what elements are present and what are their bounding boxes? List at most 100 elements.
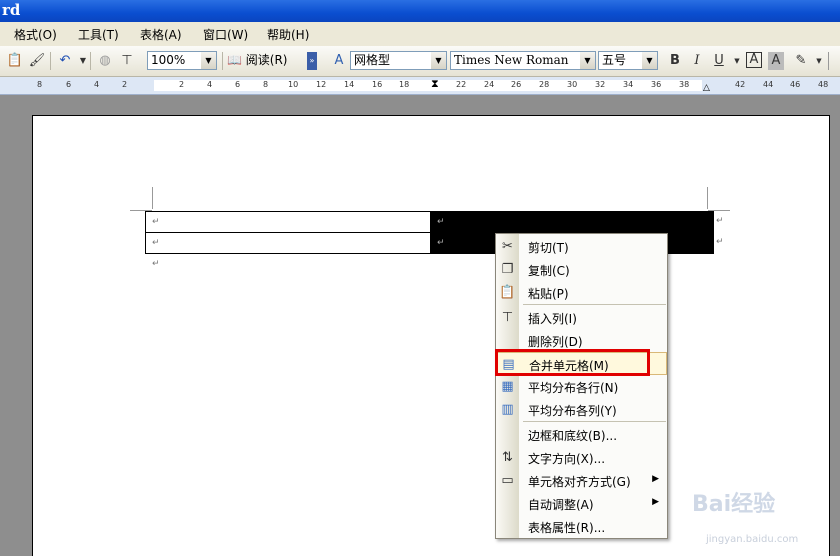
ruler-tick: 48	[818, 80, 829, 89]
ruler-tick: 28	[539, 80, 550, 89]
ruler-tick: 32	[595, 80, 606, 89]
font-value: Times New Roman	[454, 53, 569, 67]
copy-icon: ❐	[501, 262, 514, 277]
italic-button[interactable]: I	[688, 52, 706, 70]
menu-item-borders-shading[interactable]: 边框和底纹(B)...	[496, 423, 667, 446]
ruler-tick: 36	[651, 80, 662, 89]
menu-tools[interactable]: 工具(T)	[78, 26, 119, 43]
ruler-tick: 38	[679, 80, 690, 89]
more-buttons-icon[interactable]	[828, 52, 839, 70]
ruler-tick: 34	[623, 80, 634, 89]
menu-item-label: 自动调整(A)	[528, 498, 594, 512]
ruler-tick: 2	[122, 80, 128, 89]
paragraph-mark: ↵	[437, 217, 445, 227]
chevron-down-icon[interactable]: ▼	[642, 52, 657, 69]
toolbar-separator	[50, 52, 51, 70]
ruler-tick: 42	[735, 80, 746, 89]
font-select[interactable]: Times New Roman ▼	[450, 51, 596, 70]
menu-help[interactable]: 帮助(H)	[267, 26, 309, 43]
menu-item-label: 文字方向(X)...	[528, 452, 606, 466]
menu-item-insert-column[interactable]: ⊤ 插入列(I)	[496, 306, 667, 329]
menu-item-cut[interactable]: ✂ 剪切(T)	[496, 235, 667, 258]
table-cell[interactable]: ↵	[145, 232, 431, 254]
ruler-tick: 46	[790, 80, 801, 89]
style-select[interactable]: 网格型 ▼	[350, 51, 447, 70]
character-border-button[interactable]: A	[746, 52, 762, 68]
ruler-tick: 18	[399, 80, 410, 89]
menu-table[interactable]: 表格(A)	[140, 26, 182, 43]
font-size-select[interactable]: 五号 ▼	[598, 51, 658, 70]
submenu-arrow-icon: ▶	[652, 474, 659, 484]
ruler-tick: 4	[94, 80, 100, 89]
book-icon: 📖	[227, 53, 242, 67]
distribute-columns-icon: ▥	[501, 402, 514, 417]
table-cell[interactable]: ↵	[145, 211, 431, 233]
margin-corner	[152, 187, 153, 209]
menu-item-label: 单元格对齐方式(G)	[528, 475, 631, 489]
character-shading-button[interactable]: A	[768, 52, 784, 70]
font-size-value: 五号	[602, 53, 627, 67]
ruler-tick: 16	[372, 80, 383, 89]
menu-separator	[523, 421, 666, 422]
menu-item-label: 粘贴(P)	[528, 287, 569, 301]
menu-format[interactable]: 格式(O)	[14, 26, 57, 43]
menu-item-table-properties[interactable]: 表格属性(R)...	[496, 515, 667, 538]
bold-button[interactable]: B	[666, 52, 684, 70]
ruler-tick: 6	[66, 80, 72, 89]
ruler-tick: 30	[567, 80, 578, 89]
zoom-select[interactable]: 100% ▼	[147, 51, 217, 70]
chevron-down-icon[interactable]: ▼	[201, 52, 216, 69]
menu-item-label: 插入列(I)	[528, 312, 577, 326]
menu-item-paste[interactable]: 📋 粘贴(P)	[496, 281, 667, 304]
menu-item-text-direction[interactable]: ⇅ 文字方向(X)...	[496, 446, 667, 469]
zoom-value: 100%	[151, 53, 186, 67]
table-cell-selected[interactable]: ↵	[430, 211, 714, 233]
watermark-url: jingyan.baidu.com	[706, 534, 799, 545]
text-direction-icon: ⇅	[502, 450, 513, 465]
format-painter-icon[interactable]: 🖌	[28, 52, 46, 70]
paste-icon[interactable]: 📋	[6, 52, 24, 70]
menu-item-distribute-columns[interactable]: ▥ 平均分布各列(Y)	[496, 398, 667, 421]
read-button[interactable]: 📖 阅读(R)	[227, 51, 307, 70]
styles-icon[interactable]: A	[330, 52, 348, 70]
menu-item-label: 平均分布各列(Y)	[528, 404, 617, 418]
indent-marker-icon[interactable]: ⧗	[431, 78, 439, 89]
paragraph-mark: ↵	[152, 259, 160, 269]
title-bar: rd	[0, 0, 840, 22]
menu-bar: 格式(O) 工具(T) 表格(A) 窗口(W) 帮助(H)	[0, 22, 840, 47]
paste-icon: 📋	[499, 285, 516, 300]
chevron-down-icon[interactable]: ▼	[431, 52, 446, 69]
menu-window[interactable]: 窗口(W)	[203, 26, 248, 43]
ruler-tick: 22	[456, 80, 467, 89]
paragraph-mark: ↵	[152, 238, 160, 248]
paragraph-mark: ↵	[437, 238, 445, 248]
window-title: rd	[2, 1, 21, 19]
submenu-arrow-icon: ▶	[652, 497, 659, 507]
cell-alignment-icon: ▭	[501, 473, 514, 488]
menu-item-distribute-rows[interactable]: ▦ 平均分布各行(N)	[496, 375, 667, 398]
ruler-tick: 24	[484, 80, 495, 89]
toolbar-options-icon[interactable]: »	[307, 52, 317, 70]
chevron-down-icon[interactable]: ▼	[810, 52, 828, 70]
research-icon[interactable]: ◍	[96, 52, 114, 70]
ruler-tick: 8	[263, 80, 269, 89]
menu-item-label: 删除列(D)	[528, 335, 583, 349]
menu-item-autofit[interactable]: 自动调整(A) ▶	[496, 492, 667, 515]
right-indent-marker-icon[interactable]: △	[703, 83, 710, 93]
distribute-rows-icon: ▦	[501, 379, 514, 394]
margin-corner	[707, 187, 708, 209]
chevron-down-icon[interactable]: ▼	[728, 52, 746, 70]
underline-button[interactable]: U	[710, 52, 728, 70]
insert-column-icon: ⊤	[501, 310, 514, 325]
undo-icon[interactable]: ↶	[56, 52, 74, 70]
ruler-tick: 10	[288, 80, 299, 89]
menu-item-label: 剪切(T)	[528, 241, 569, 255]
chevron-down-icon[interactable]: ▼	[580, 52, 595, 69]
baidu-jingyan-watermark: Bai经验	[692, 492, 776, 517]
insert-column-icon[interactable]: ⊤	[118, 52, 136, 70]
menu-item-cell-alignment[interactable]: ▭ 单元格对齐方式(G) ▶	[496, 469, 667, 492]
context-menu: ✂ 剪切(T) ❐ 复制(C) 📋 粘贴(P) ⊤ 插入列(I) 删除列(D) …	[495, 233, 668, 539]
text-highlight-icon[interactable]: ✎	[792, 52, 810, 70]
menu-item-label: 复制(C)	[528, 264, 570, 278]
menu-item-copy[interactable]: ❐ 复制(C)	[496, 258, 667, 281]
